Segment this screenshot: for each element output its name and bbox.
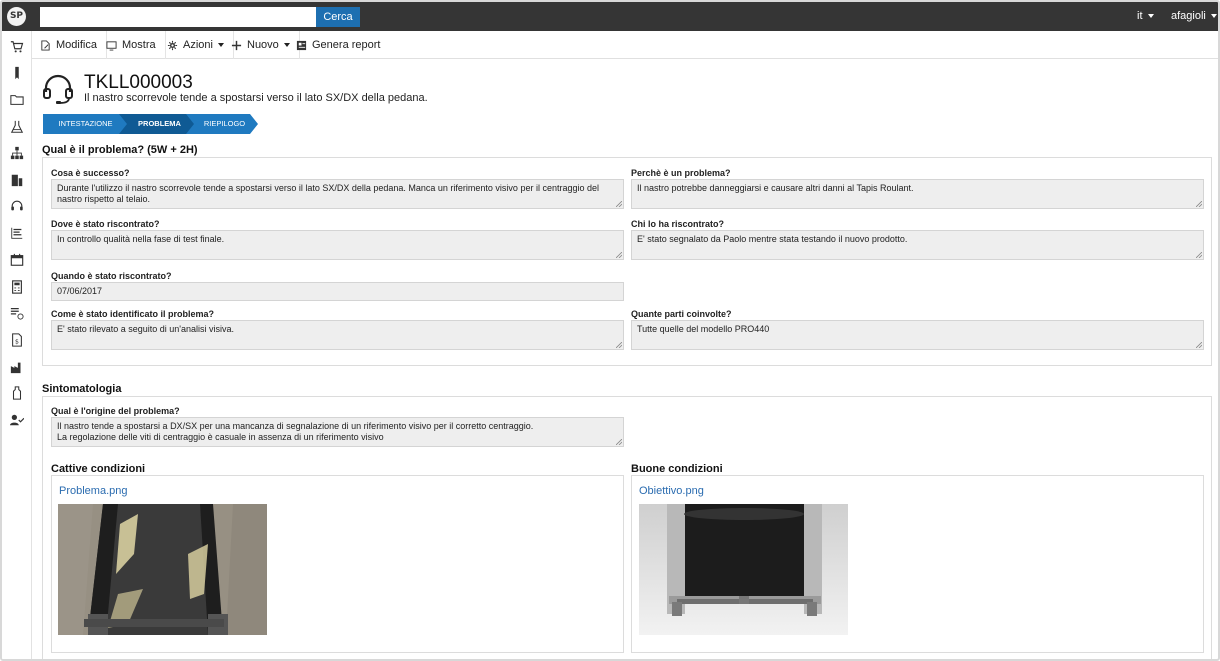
edit-icon bbox=[41, 39, 50, 51]
howmany-label: Quante parti coinvolte? bbox=[631, 309, 732, 319]
gear-icon bbox=[167, 40, 178, 50]
origin-field[interactable]: Il nastro tende a spostarsi a DX/SX per … bbox=[51, 417, 624, 447]
bad-conditions-title: Cattive condizioni bbox=[51, 463, 146, 478]
when-value: 07/06/2017 bbox=[57, 286, 103, 296]
plus-icon bbox=[231, 40, 242, 50]
what-label: Cosa è successo? bbox=[51, 168, 130, 178]
calendar-icon[interactable] bbox=[9, 252, 25, 268]
how-value: E' stato rilevato a seguito di un'analis… bbox=[57, 324, 235, 334]
user-check-icon[interactable] bbox=[9, 412, 25, 428]
who-label: Chi lo ha riscontrato? bbox=[631, 219, 725, 229]
why-label: Perchè è un problema? bbox=[631, 168, 731, 178]
calculator-icon[interactable] bbox=[9, 279, 25, 295]
flask-icon[interactable] bbox=[9, 119, 25, 135]
folder-icon[interactable] bbox=[9, 92, 25, 108]
search-input[interactable] bbox=[40, 7, 316, 27]
report-label: Genera report bbox=[312, 39, 381, 51]
how-field[interactable]: E' stato rilevato a seguito di un'analis… bbox=[51, 320, 624, 350]
problem-section-title: Qual è il problema? (5W + 2H) bbox=[42, 144, 198, 159]
objective-photo[interactable] bbox=[639, 504, 848, 635]
hierarchy-icon[interactable] bbox=[9, 145, 25, 161]
left-sidebar: $ bbox=[2, 31, 32, 659]
where-label: Dove è stato riscontrato? bbox=[51, 219, 160, 229]
ticket-description: Il nastro scorrevole tende a spostarsi v… bbox=[84, 92, 428, 104]
howmany-value: Tutte quelle del modello PRO440 bbox=[637, 324, 770, 334]
headset-icon[interactable] bbox=[9, 198, 25, 214]
edit-button[interactable]: Modifica bbox=[32, 31, 107, 59]
svg-text:$: $ bbox=[15, 339, 19, 346]
username-label: afagioli bbox=[1171, 10, 1206, 22]
resize-grip-icon[interactable] bbox=[616, 439, 622, 445]
language-selector[interactable]: it bbox=[1137, 10, 1154, 22]
report-icon bbox=[296, 40, 307, 50]
resize-grip-icon[interactable] bbox=[1196, 342, 1202, 348]
bottle-icon[interactable] bbox=[9, 385, 25, 401]
resize-grip-icon[interactable] bbox=[616, 201, 622, 207]
resize-grip-icon[interactable] bbox=[616, 252, 622, 258]
monitor-icon bbox=[106, 40, 117, 51]
step-label: PROBLEMA bbox=[138, 119, 181, 128]
step-riepilogo[interactable]: RIEPILOGO bbox=[186, 114, 258, 134]
resize-grip-icon[interactable] bbox=[1196, 252, 1202, 258]
origin-line-1: Il nastro tende a spostarsi a DX/SX per … bbox=[57, 421, 534, 431]
show-button[interactable]: Mostra bbox=[98, 31, 166, 59]
where-field[interactable]: In controllo qualità nella fase di test … bbox=[51, 230, 624, 260]
headset-icon bbox=[43, 74, 73, 104]
language-label: it bbox=[1137, 10, 1143, 22]
howmany-field[interactable]: Tutte quelle del modello PRO440 bbox=[631, 320, 1204, 350]
what-field[interactable]: Durante l'utilizzo il nastro scorrevole … bbox=[51, 179, 624, 209]
list-clock-icon[interactable] bbox=[9, 305, 25, 321]
user-menu[interactable]: afagioli bbox=[1171, 10, 1217, 22]
why-value: Il nastro potrebbe danneggiarsi e causar… bbox=[637, 183, 914, 193]
step-intestazione[interactable]: INTESTAZIONE bbox=[43, 114, 128, 134]
building-icon[interactable] bbox=[9, 172, 25, 188]
symptoms-section-title-text: Sintomatologia bbox=[42, 383, 122, 395]
problem-photo[interactable] bbox=[58, 504, 267, 635]
origin-line-2: La regolazione delle viti di centraggio … bbox=[57, 431, 384, 442]
when-label: Quando è stato riscontrato? bbox=[51, 271, 172, 281]
bad-conditions-title-text: Cattive condizioni bbox=[51, 463, 146, 475]
problem-image-link[interactable]: Problema.png bbox=[59, 485, 128, 497]
app-logo[interactable]: SP bbox=[7, 7, 26, 26]
chevron-down-icon bbox=[1210, 14, 1217, 19]
cart-icon[interactable] bbox=[9, 39, 25, 55]
actions-label: Azioni bbox=[183, 39, 213, 51]
action-toolbar: Modifica Mostra Azioni Nuovo Genera repo… bbox=[32, 31, 1218, 59]
what-value: Durante l'utilizzo il nastro scorrevole … bbox=[57, 183, 599, 204]
who-value: E' stato segnalato da Paolo mentre stata… bbox=[637, 234, 908, 244]
app-window: SP Cerca it afagioli $ Modifica Mostra A… bbox=[0, 0, 1220, 661]
who-field[interactable]: E' stato segnalato da Paolo mentre stata… bbox=[631, 230, 1204, 260]
resize-grip-icon[interactable] bbox=[1196, 201, 1202, 207]
generate-report-button[interactable]: Genera report bbox=[288, 31, 389, 59]
top-bar: SP Cerca it afagioli bbox=[2, 2, 1218, 31]
problem-section-title-text: Qual è il problema? (5W + 2H) bbox=[42, 144, 198, 156]
page-title: TKLL000003 bbox=[84, 72, 193, 93]
step-problema[interactable]: PROBLEMA bbox=[119, 114, 195, 134]
edit-label: Modifica bbox=[56, 39, 97, 51]
good-conditions-title-text: Buone condizioni bbox=[631, 463, 723, 475]
step-label: INTESTAZIONE bbox=[58, 119, 113, 128]
list-icon[interactable] bbox=[9, 225, 25, 241]
when-field[interactable]: 07/06/2017 bbox=[51, 282, 624, 301]
factory-icon[interactable] bbox=[9, 359, 25, 375]
search-button[interactable]: Cerca bbox=[316, 7, 360, 27]
symptoms-section-title: Sintomatologia bbox=[42, 383, 122, 398]
objective-image-link[interactable]: Obiettivo.png bbox=[639, 485, 704, 497]
how-label: Come è stato identificato il problema? bbox=[51, 309, 215, 319]
invoice-icon[interactable]: $ bbox=[9, 332, 25, 348]
show-label: Mostra bbox=[122, 39, 156, 51]
good-conditions-title: Buone condizioni bbox=[631, 463, 723, 478]
resize-grip-icon[interactable] bbox=[616, 342, 622, 348]
bookmark-icon[interactable] bbox=[9, 65, 25, 81]
chevron-down-icon bbox=[1147, 14, 1154, 19]
where-value: In controllo qualità nella fase di test … bbox=[57, 234, 225, 244]
why-field[interactable]: Il nastro potrebbe danneggiarsi e causar… bbox=[631, 179, 1204, 209]
step-label: RIEPILOGO bbox=[203, 119, 246, 128]
origin-label: Qual è l'origine del problema? bbox=[51, 406, 180, 416]
new-label: Nuovo bbox=[247, 39, 279, 51]
